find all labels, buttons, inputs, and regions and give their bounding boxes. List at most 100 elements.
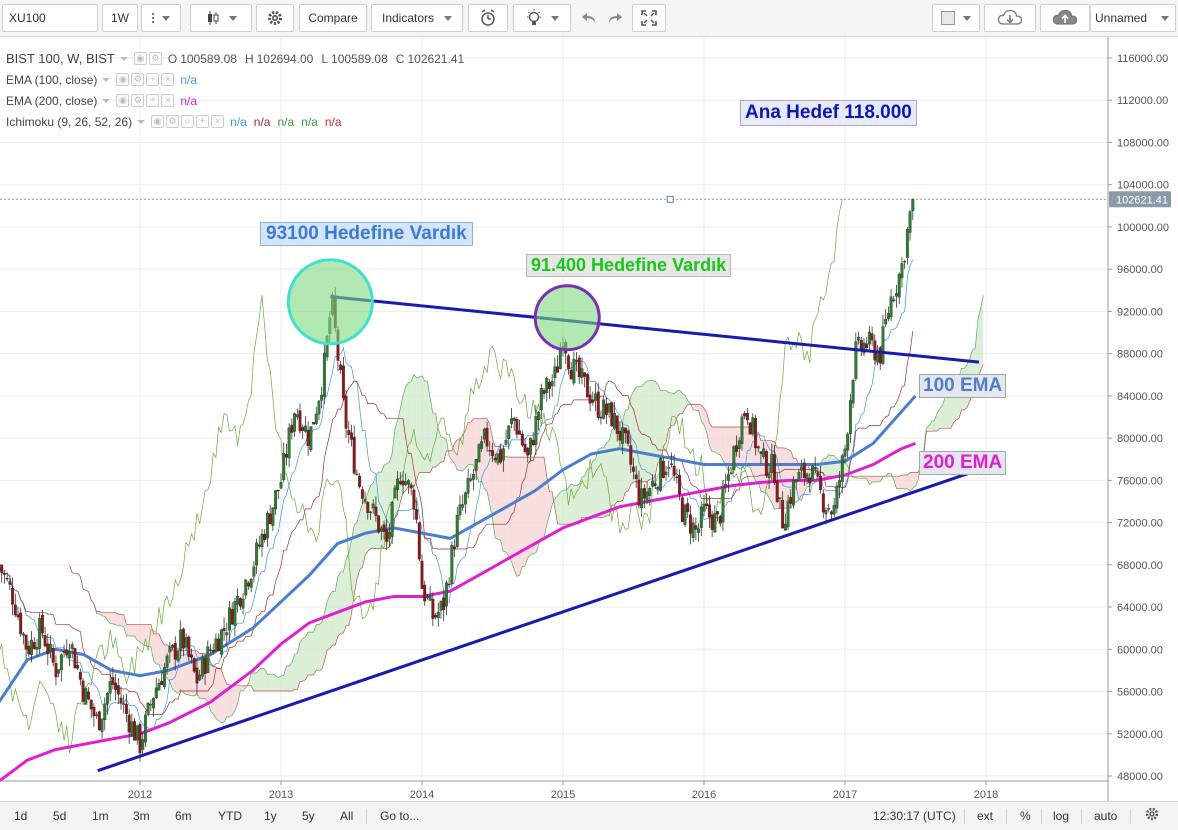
91400-peak-circle	[533, 284, 601, 352]
interval-text: 1W	[111, 11, 129, 25]
settings-button[interactable]	[256, 4, 294, 32]
interval-dropdown[interactable]	[141, 4, 181, 32]
target-93100-label[interactable]: 93100 Hedefine Vardık	[260, 222, 473, 246]
range-6m[interactable]: 6m	[175, 809, 192, 823]
candle-body	[618, 430, 622, 441]
range-1m[interactable]: 1m	[92, 809, 109, 823]
ideas-button[interactable]	[513, 4, 571, 32]
candle-body	[263, 533, 267, 541]
cloud-segment	[180, 650, 184, 693]
eye-icon[interactable]: ◉	[133, 52, 147, 65]
toggle-log[interactable]: log	[1053, 809, 1069, 823]
ichimoku-value-conversion: n/a	[230, 114, 247, 129]
add-icon[interactable]: +	[196, 115, 210, 128]
format-icon[interactable]: ⚙	[131, 94, 145, 107]
add-icon[interactable]: +	[146, 94, 160, 107]
candle-body	[247, 582, 250, 587]
indicators-button[interactable]: Indicators	[371, 4, 463, 32]
eye-icon[interactable]: ◉	[116, 73, 130, 86]
candle-body	[713, 513, 717, 533]
candle-body	[162, 667, 166, 687]
cloud-segment	[286, 666, 290, 692]
candle-body	[531, 439, 535, 445]
toggle-auto[interactable]: auto	[1094, 809, 1117, 823]
redo-icon[interactable]	[607, 11, 623, 25]
ema200-title: EMA (200, close)	[6, 93, 98, 108]
close-icon[interactable]: ×	[211, 115, 225, 128]
candle-body	[108, 681, 112, 694]
candle-body	[613, 412, 616, 429]
candle-body	[423, 584, 427, 602]
cloud-segment	[267, 674, 271, 692]
cloud-segment	[318, 622, 322, 671]
color-theme-button[interactable]	[932, 4, 980, 32]
ohlc-low-key: L	[321, 51, 329, 66]
candle-body	[417, 522, 421, 560]
format-icon[interactable]: ⚙	[166, 115, 180, 128]
cloud-segment	[156, 633, 159, 665]
alert-button[interactable]	[468, 4, 508, 32]
cloud-segment	[332, 591, 336, 646]
gear-icon[interactable]: ⚙	[148, 52, 162, 65]
undo-icon[interactable]	[581, 11, 597, 25]
layout-menu-button[interactable]: Unnamed	[1090, 4, 1176, 32]
candle-body	[152, 698, 156, 709]
chevron-down-icon	[963, 15, 971, 21]
ema100-label[interactable]: 100 EMA	[919, 374, 1007, 398]
source-icon[interactable]: ○	[181, 115, 195, 128]
range-1d[interactable]: 1d	[14, 809, 27, 823]
save-layout-button[interactable]	[1040, 4, 1090, 32]
candle-body	[623, 427, 627, 434]
range-1y[interactable]: 1y	[264, 809, 277, 823]
chevron-down-icon[interactable]	[102, 77, 111, 82]
symbol-search-input[interactable]: XU100	[2, 4, 98, 32]
candle-body	[385, 529, 389, 542]
fullscreen-button[interactable]	[632, 4, 666, 32]
chevron-down-icon[interactable]	[137, 119, 146, 124]
price-chart[interactable]: 116000.00 112000.00 108000.00 104000.00 1000…	[0, 37, 1178, 801]
target-91400-label[interactable]: 91.400 Hedefine Vardık	[526, 254, 732, 277]
candle-body	[737, 440, 741, 450]
toggle-percent[interactable]: %	[1020, 809, 1031, 823]
eye-icon[interactable]: ◉	[151, 115, 165, 128]
cloud-segment	[145, 624, 149, 647]
add-icon[interactable]: +	[146, 73, 160, 86]
format-icon[interactable]: ⚙	[131, 73, 145, 86]
range-3m[interactable]: 3m	[133, 809, 150, 823]
price-tick-label: 96000.00	[1117, 264, 1163, 276]
load-layout-button[interactable]	[984, 4, 1036, 32]
candle-body	[165, 655, 169, 668]
range-5d[interactable]: 5d	[53, 809, 66, 823]
cloud-segment	[636, 386, 639, 482]
toggle-ext[interactable]: ext	[977, 809, 993, 823]
ema200-label[interactable]: 200 EMA	[919, 451, 1007, 475]
candle-body	[735, 445, 738, 452]
chevron-down-icon[interactable]	[102, 98, 111, 103]
goto-button[interactable]: Go to...	[380, 809, 419, 823]
candle-body	[889, 296, 893, 318]
interval-button[interactable]: 1W	[102, 4, 138, 32]
price-tick-label: 68000.00	[1117, 560, 1163, 572]
candle-body	[198, 674, 202, 681]
settings-icon[interactable]	[1144, 806, 1160, 825]
candle-body	[371, 503, 375, 509]
candle-body	[200, 656, 204, 677]
close-icon[interactable]: ×	[161, 94, 175, 107]
main-target-label[interactable]: Ana Hedef 118.000	[740, 100, 917, 126]
range-ytd[interactable]: YTD	[218, 809, 242, 823]
range-5y[interactable]: 5y	[302, 809, 315, 823]
candle-body	[786, 500, 790, 528]
cloud-segment	[609, 430, 612, 516]
cloud-segment	[468, 422, 471, 465]
cloud-segment	[354, 522, 357, 595]
chevron-down-icon[interactable]	[119, 56, 128, 61]
chart-style-button[interactable]	[190, 4, 252, 32]
candle-body	[51, 647, 55, 663]
cloud-segment	[828, 454, 832, 477]
compare-button[interactable]: Compare	[299, 4, 367, 32]
close-icon[interactable]: ×	[161, 73, 175, 86]
range-all[interactable]: All	[340, 809, 353, 823]
legend-ichimoku: Ichimoku (9, 26, 52, 26) ◉ ⚙ ○ + × n/a n/a n…	[6, 111, 472, 132]
eye-icon[interactable]: ◉	[116, 94, 130, 107]
candle-body	[482, 428, 486, 440]
